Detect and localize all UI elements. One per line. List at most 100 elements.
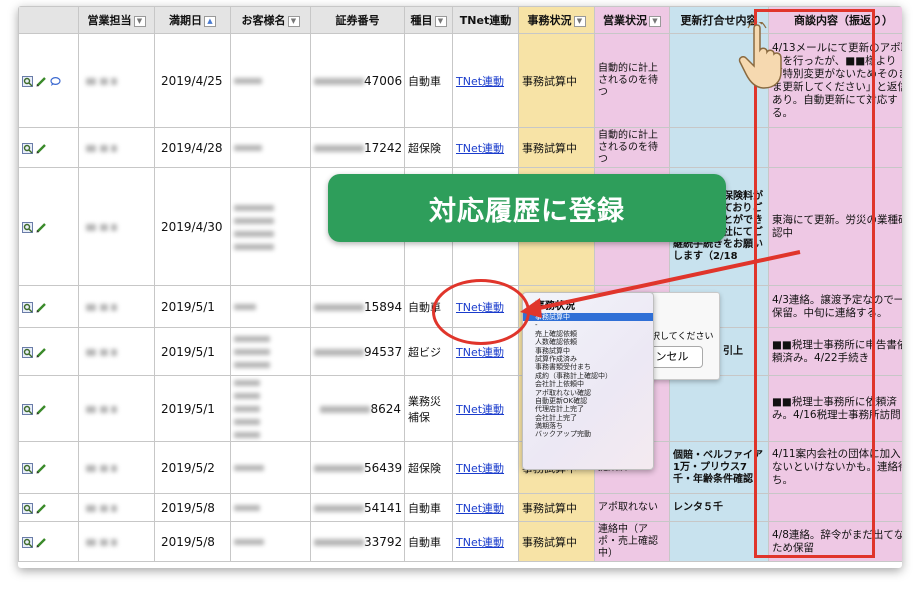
office-status-cell[interactable]: 事務試算中: [518, 33, 595, 128]
tnet-link[interactable]: TNet連動: [456, 142, 504, 155]
header-type[interactable]: 種目 ▼: [404, 6, 453, 34]
edit-pencil-icon[interactable]: [36, 503, 47, 514]
view-icon[interactable]: [22, 142, 33, 154]
view-icon[interactable]: [22, 75, 33, 87]
redacted-text: [86, 303, 96, 311]
tnet-link[interactable]: TNet連動: [456, 536, 504, 549]
update-memo-cell: [669, 375, 769, 442]
dropdown-option[interactable]: 成約（事務計上確認中）: [523, 372, 653, 380]
row-actions: [18, 167, 79, 286]
header-due-date[interactable]: 満期日 ▲: [154, 6, 231, 34]
policy-suffix: 15894: [364, 299, 403, 314]
dropdown-option[interactable]: 会社計上依頼中: [523, 380, 653, 388]
negotiation-memo-cell: ■■税理士事務所に依頼済み。4/16税理士事務所訪問: [768, 375, 902, 442]
comment-icon[interactable]: [50, 76, 61, 87]
sales-status-cell[interactable]: 自動的に計上されるのを待つ: [594, 127, 670, 168]
header-customer[interactable]: お客様名 ▼: [230, 6, 311, 34]
filter-icon[interactable]: ▼: [649, 15, 661, 27]
redacted-text: [99, 504, 108, 512]
header-office-status[interactable]: 事務状況 ▼: [518, 6, 595, 34]
edit-pencil-icon[interactable]: [36, 222, 47, 233]
redacted-text: [111, 405, 117, 413]
redacted-text: [86, 405, 96, 413]
dropdown-option[interactable]: 事務書類受付まち: [523, 363, 653, 371]
negotiation-memo-cell: ■■税理士事務所に申告書依頼済み。4/22手続き: [768, 327, 902, 376]
due-date-cell: 2019/4/30: [154, 167, 231, 286]
redacted-text: [86, 223, 96, 231]
filter-icon[interactable]: ▼: [133, 15, 146, 27]
header-sales-status[interactable]: 営業状況 ▼: [594, 6, 670, 34]
edit-pencil-icon[interactable]: [36, 302, 47, 313]
tnet-link[interactable]: TNet連動: [456, 462, 504, 475]
table-row: 2019/5/8 54141 自動車 TNet連動 事務試算中 アポ取れない レ…: [18, 493, 902, 522]
dropdown-option[interactable]: アポ取れない確認: [523, 389, 653, 397]
view-icon[interactable]: [22, 403, 33, 415]
status-dropdown[interactable]: 事務状況 事務試算中 - 売上確認依頼 人数確認依頼 事務試算中 試算作成済み 事務書類受付…: [522, 292, 654, 470]
dropdown-option[interactable]: 会社計上完了: [523, 414, 653, 422]
office-status-cell[interactable]: 事務試算中: [518, 127, 595, 168]
redacted-text: [111, 77, 117, 85]
edit-pencil-icon[interactable]: [36, 347, 47, 358]
filter-icon[interactable]: ▼: [434, 15, 447, 27]
redacted-text: [314, 504, 364, 512]
dropdown-option[interactable]: -: [523, 321, 653, 329]
update-memo-cell: 個賠・ベルファイア1万・プリウス7千・年齢条件確認: [669, 441, 769, 494]
due-date-cell: 2019/5/1: [154, 285, 231, 328]
tnet-link[interactable]: TNet連動: [456, 346, 504, 359]
dropdown-option[interactable]: 人数確認依頼: [523, 338, 653, 346]
redacted-text: [234, 349, 270, 355]
view-icon[interactable]: [22, 346, 33, 358]
header-sales-rep[interactable]: 営業担当 ▼: [78, 6, 155, 34]
office-status-cell[interactable]: 事務試算中: [518, 521, 595, 562]
sales-rep-cell: [78, 493, 155, 522]
customer-cell: [230, 441, 311, 494]
filter-icon[interactable]: ▼: [573, 15, 586, 27]
dropdown-option[interactable]: バックアップ完動: [523, 430, 653, 438]
header-policy-no: 証券番号: [310, 6, 405, 34]
tnet-cell: TNet連動: [452, 521, 519, 562]
dropdown-option[interactable]: 事務試算中: [523, 313, 653, 322]
view-icon[interactable]: [22, 502, 33, 514]
negotiation-memo-cell: [768, 127, 902, 168]
redacted-text: [111, 348, 117, 356]
edit-pencil-icon[interactable]: [36, 463, 47, 474]
tnet-link[interactable]: TNet連動: [456, 502, 504, 515]
edit-pencil-icon[interactable]: [36, 537, 47, 548]
policy-no-cell: 54141: [310, 493, 405, 522]
redacted-text: [234, 539, 264, 545]
filter-icon[interactable]: ▼: [287, 15, 300, 27]
sales-status-cell[interactable]: 自動的に計上されるのを待つ: [594, 33, 670, 128]
redacted-text: [99, 144, 108, 152]
negotiation-memo-cell: 4/8連絡。辞令がまだ出てないため保留: [768, 521, 902, 562]
sales-status-cell[interactable]: 連絡中（アポ・売上確認中）: [594, 521, 670, 562]
table-window: 営業担当 ▼ 満期日 ▲ お客様名 ▼ 証券番号 種目 ▼ TNet連動 事務状況 ▼ 営…: [18, 6, 902, 568]
sort-asc-icon[interactable]: ▲: [204, 15, 216, 27]
view-icon[interactable]: [22, 462, 33, 474]
edit-pencil-icon[interactable]: [36, 404, 47, 415]
dropdown-option[interactable]: 売上確認依頼: [523, 330, 653, 338]
tnet-link[interactable]: TNet連動: [456, 403, 504, 416]
tnet-link[interactable]: TNet連動: [456, 301, 504, 314]
redacted-text: [314, 303, 364, 311]
dropdown-option[interactable]: 代理店計上完了: [523, 405, 653, 413]
header-actions: [18, 6, 79, 34]
row-actions: [18, 375, 79, 442]
office-status-cell[interactable]: 事務試算中: [518, 493, 595, 522]
view-icon[interactable]: [22, 221, 33, 233]
redacted-text: [234, 380, 260, 386]
row-actions: [18, 285, 79, 328]
row-actions: [18, 521, 79, 562]
edit-pencil-icon[interactable]: [36, 143, 47, 154]
hand-pointer-icon: [738, 22, 782, 89]
redacted-text: [111, 504, 117, 512]
edit-pencil-icon[interactable]: [36, 76, 47, 87]
view-icon[interactable]: [22, 301, 33, 313]
policy-suffix: 8624: [370, 401, 401, 416]
dropdown-option[interactable]: 事務試算中: [523, 347, 653, 355]
sales-status-cell[interactable]: アポ取れない: [594, 493, 670, 522]
negotiation-memo-cell: [768, 493, 902, 522]
view-icon[interactable]: [22, 536, 33, 548]
table-row: 2019/4/28 17242 超保険 TNet連動 事務試算中 自動的に計上さ…: [18, 127, 902, 168]
tnet-link[interactable]: TNet連動: [456, 75, 504, 88]
redacted-text: [234, 505, 260, 511]
